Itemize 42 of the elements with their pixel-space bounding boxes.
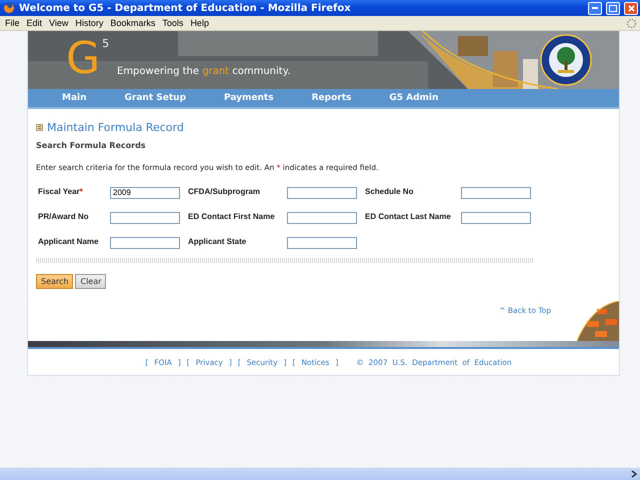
input-field[interactable] xyxy=(287,236,357,248)
field-label: Schedule No xyxy=(365,186,414,196)
tagline: Empowering the grant community. xyxy=(117,66,290,77)
input-field[interactable] xyxy=(461,186,531,198)
maximize-button[interactable] xyxy=(606,2,620,14)
search-button[interactable]: Search xyxy=(36,274,74,289)
menu-item[interactable]: Edit xyxy=(24,18,48,28)
minimize-icon xyxy=(592,7,598,9)
clear-button[interactable]: Clear xyxy=(75,274,106,289)
input-field[interactable] xyxy=(287,212,357,224)
window-title: Welcome to G5 - Department of Education - Mozilla Firefox xyxy=(19,2,352,14)
close-icon xyxy=(628,4,634,12)
input-field[interactable] xyxy=(110,236,180,248)
menu-item[interactable]: Bookmarks xyxy=(108,18,160,28)
input-field[interactable] xyxy=(461,212,531,224)
seal-icon xyxy=(540,34,592,86)
logo-superscript: 5 xyxy=(102,37,110,50)
close-button[interactable] xyxy=(624,2,638,14)
logo-letter: G xyxy=(66,37,100,81)
field-label: CFDA/Subprogram xyxy=(188,186,261,196)
menu-item[interactable]: File xyxy=(3,18,25,28)
field-label: ED Contact Last Name xyxy=(365,212,452,220)
field-label: Applicant Name xyxy=(38,236,100,246)
bullet-icon xyxy=(36,124,43,131)
field-label: Applicant State xyxy=(188,236,248,246)
field-label: PR/Award No xyxy=(38,212,90,220)
maximize-icon xyxy=(609,4,617,12)
throbber-icon xyxy=(626,18,637,28)
menu-item[interactable]: Help xyxy=(188,18,214,28)
firefox-icon xyxy=(3,2,15,14)
input-field[interactable] xyxy=(287,186,357,198)
menu-item[interactable]: View xyxy=(47,18,74,28)
input-field[interactable]: 2009 xyxy=(110,186,180,198)
field-label: ED Contact First Name xyxy=(188,212,276,220)
section-heading: Search Formula Records xyxy=(36,141,147,150)
page-title: Maintain Formula Record xyxy=(47,121,184,134)
menu-item[interactable]: Tools xyxy=(160,18,188,28)
field-label: Fiscal Year* xyxy=(38,186,84,196)
horizontal-scrollbar[interactable] xyxy=(0,467,640,480)
input-field[interactable] xyxy=(110,212,180,224)
minimize-button[interactable] xyxy=(588,2,602,14)
menu-item[interactable]: History xyxy=(73,18,108,28)
